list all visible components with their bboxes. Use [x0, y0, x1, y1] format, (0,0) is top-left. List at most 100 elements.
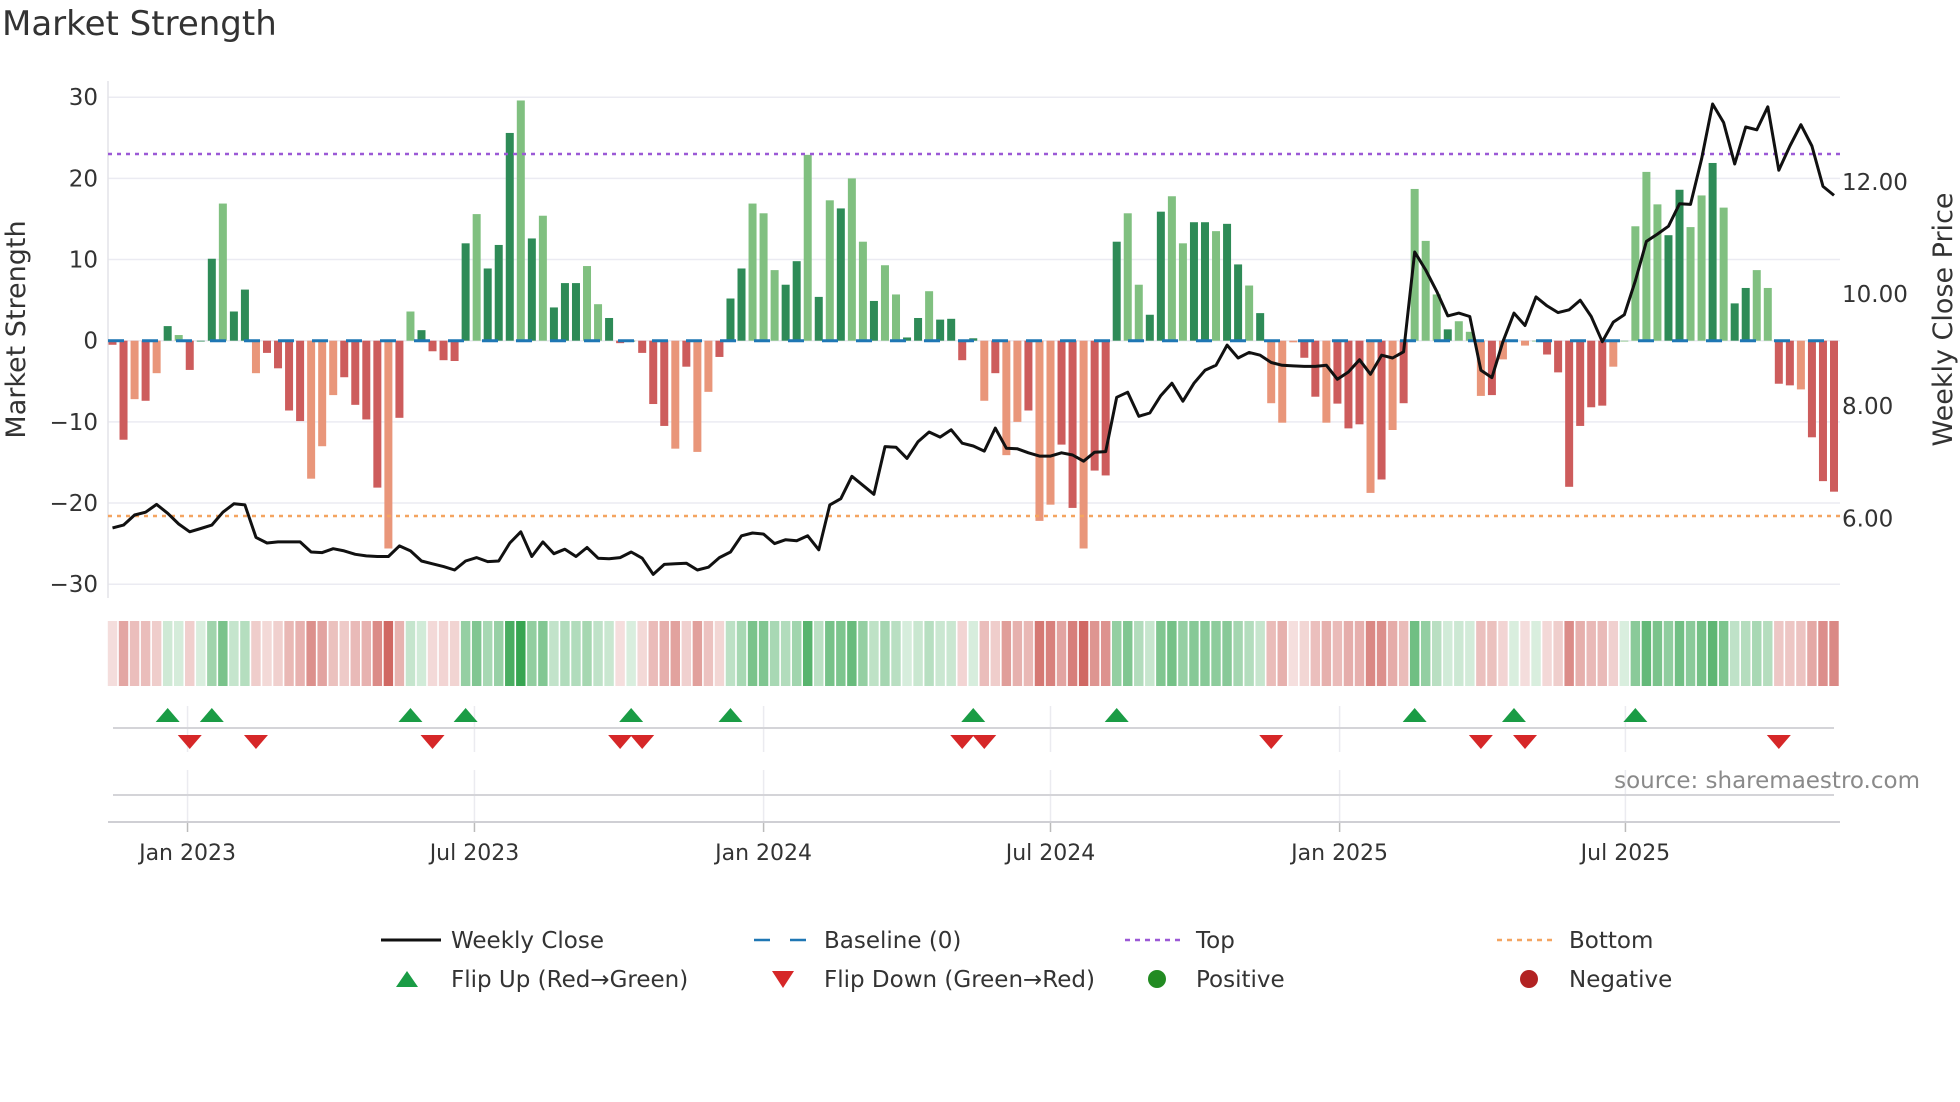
strength-bar-positive	[240, 289, 249, 341]
heatmap-cell	[869, 621, 879, 686]
heatmap-cell	[1763, 621, 1773, 686]
strength-bar-positive	[914, 317, 923, 341]
strength-bar-positive	[1189, 222, 1198, 341]
strength-bar-negative	[1035, 340, 1044, 521]
strength-bar-negative	[318, 340, 327, 447]
heatmap-cell	[1332, 621, 1343, 686]
strength-bar-negative	[395, 340, 404, 418]
strength-bar-negative	[1774, 340, 1783, 384]
strength-bar-negative	[1807, 340, 1816, 438]
heatmap-cell	[1365, 621, 1376, 686]
heatmap-cell	[482, 621, 493, 686]
heatmap-cell	[891, 621, 901, 686]
heatmap-cell	[1310, 621, 1321, 686]
heatmap-cell	[571, 621, 581, 686]
heatmap-cell	[769, 621, 780, 686]
strength-bar-positive	[594, 304, 603, 341]
strength-bar-positive	[218, 203, 227, 341]
heatmap-cell	[560, 621, 570, 686]
heatmap-cell	[836, 621, 846, 686]
strength-bar-negative	[958, 340, 967, 361]
strength-bar-negative	[340, 340, 349, 378]
strength-bar-negative	[1796, 340, 1805, 390]
heatmap-cell	[405, 621, 416, 686]
strength-bar-positive	[1178, 243, 1187, 341]
heatmap-cell	[505, 621, 515, 686]
heatmap-cell	[902, 621, 912, 686]
heatmap-cell	[979, 621, 990, 686]
y-tick-label: −30	[49, 572, 98, 598]
strength-bar-positive	[892, 294, 901, 341]
strength-bar-negative	[1830, 340, 1838, 492]
flip-down-marker	[950, 735, 975, 749]
heatmap-cell	[1111, 621, 1122, 686]
strength-bar-negative	[1543, 340, 1552, 355]
strength-bar-positive	[825, 200, 834, 341]
strength-bar-positive	[483, 268, 492, 341]
strength-bar-positive	[207, 258, 216, 341]
strength-bar-positive	[1664, 235, 1673, 341]
heatmap-cell	[1145, 621, 1155, 686]
strength-bar-negative	[130, 340, 139, 400]
heatmap-cell	[460, 621, 471, 686]
x-tick-label: Jul 2025	[1579, 841, 1671, 866]
strength-bar-positive	[1752, 270, 1761, 341]
heatmap-cell	[129, 621, 140, 686]
legend-label: Flip Up (Red→Green)	[451, 967, 688, 993]
heatmap-cell	[791, 621, 802, 686]
strength-bar-negative	[980, 340, 989, 401]
heatmap-cell	[1233, 621, 1243, 686]
heatmap-cell	[416, 621, 427, 686]
strength-bar-positive	[571, 283, 580, 341]
heatmap-cell	[1255, 621, 1265, 686]
heatmap-cell	[173, 621, 184, 686]
strength-bar-positive	[461, 243, 470, 341]
strength-bar-positive	[1620, 340, 1629, 342]
heatmap-cell	[494, 621, 504, 686]
strength-bar-positive	[1763, 287, 1772, 341]
strength-bar-positive	[858, 241, 867, 341]
flip-down-legend-icon	[772, 971, 794, 988]
flip-down-marker	[1259, 735, 1284, 749]
heatmap-cell	[295, 621, 305, 686]
heatmap-cell	[1045, 621, 1056, 686]
strength-bar-negative	[152, 340, 161, 374]
heatmap-cell	[196, 621, 206, 686]
heatmap-cell	[626, 621, 636, 686]
strength-bar-negative	[682, 340, 691, 367]
heatmap-cell	[1718, 621, 1729, 686]
heatmap-cell	[990, 621, 1001, 686]
heatmap-cell	[1531, 621, 1541, 686]
strength-bar-negative	[351, 340, 360, 405]
strength-bar-positive	[1112, 241, 1121, 341]
strength-bar-positive	[814, 296, 823, 341]
strength-bar-negative	[1366, 340, 1375, 493]
positive-legend-icon	[1148, 970, 1166, 988]
heatmap-cell	[1707, 621, 1718, 686]
strength-bar-negative	[119, 340, 128, 440]
heatmap-cell	[747, 621, 758, 686]
strength-bar-negative	[1388, 340, 1397, 430]
flip-up-marker	[961, 708, 986, 722]
heatmap-cell	[1067, 621, 1078, 686]
heatmap-cell	[1398, 621, 1409, 686]
heatmap-cell	[449, 621, 460, 686]
heatmap-cell	[1222, 621, 1232, 686]
heatmap-cell	[1387, 621, 1398, 686]
flip-up-marker	[619, 708, 644, 722]
strength-bar-negative	[1576, 340, 1585, 426]
legend-label: Negative	[1569, 967, 1672, 993]
heatmap-cell	[1277, 621, 1287, 686]
heatmap-cell	[736, 621, 747, 686]
strength-bar-positive	[1708, 162, 1717, 341]
strength-bar-positive	[417, 330, 426, 341]
heatmap-cell	[968, 621, 978, 686]
legend-label: Positive	[1196, 967, 1285, 993]
strength-bar-positive	[605, 317, 614, 341]
strength-bar-positive	[925, 291, 934, 341]
heatmap-cell	[1586, 621, 1596, 686]
y-right-tick-label: 8.00	[1842, 394, 1893, 420]
strength-bar-negative	[693, 340, 702, 452]
x-tick-label: Jan 2023	[137, 841, 236, 866]
strength-bar-negative	[384, 340, 393, 549]
